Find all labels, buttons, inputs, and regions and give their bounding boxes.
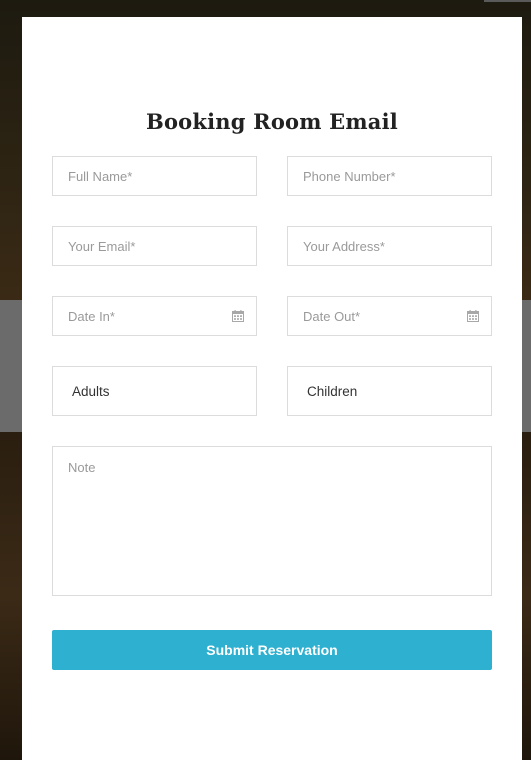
address-placeholder: Your Address* [303,238,385,254]
phone-number-field[interactable]: Phone Number* [287,156,492,196]
email-placeholder: Your Email* [68,238,136,254]
date-in-field[interactable]: Date In* [52,296,257,336]
date-out-field[interactable]: Date Out* [287,296,492,336]
children-select[interactable]: Children [287,366,492,416]
date-out-placeholder: Date Out* [303,308,361,324]
address-field[interactable]: Your Address* [287,226,492,266]
children-value: Children [307,383,358,399]
booking-modal: Booking Room Email Full Name* Phone Numb… [22,17,522,760]
calendar-icon[interactable] [467,310,479,322]
calendar-icon[interactable] [232,310,244,322]
background-divider [484,0,531,2]
phone-number-placeholder: Phone Number* [303,168,396,184]
submit-reservation-label: Submit Reservation [206,642,338,658]
modal-title: Booking Room Email [146,109,398,134]
date-in-placeholder: Date In* [68,308,115,324]
email-field[interactable]: Your Email* [52,226,257,266]
note-textarea[interactable]: Note [52,446,492,596]
submit-reservation-button[interactable]: Submit Reservation [52,630,492,670]
full-name-placeholder: Full Name* [68,168,133,184]
adults-value: Adults [72,383,110,399]
adults-select[interactable]: Adults [52,366,257,416]
note-placeholder: Note [68,460,96,475]
full-name-field[interactable]: Full Name* [52,156,257,196]
